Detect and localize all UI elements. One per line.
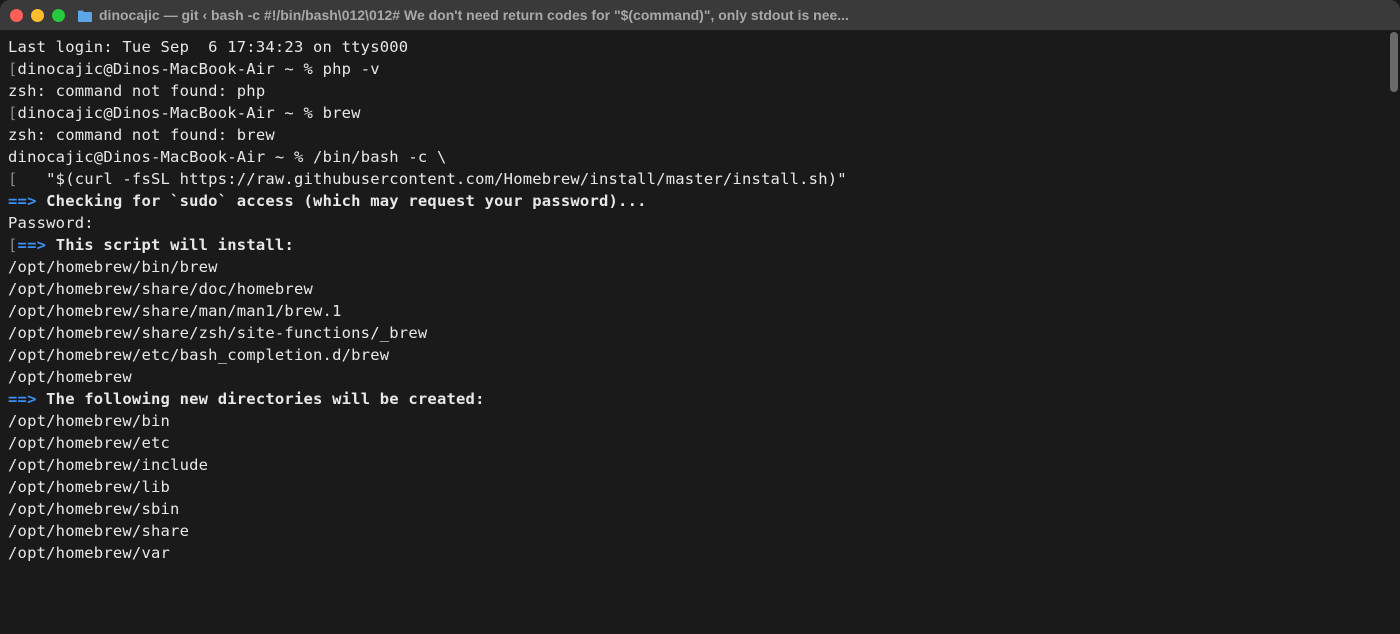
prompt-line-1: [dinocajic@Dinos-MacBook-Air ~ % php -v <box>8 58 1392 80</box>
password-prompt: Password: <box>8 212 1392 234</box>
dir-path: /opt/homebrew/lib <box>8 476 1392 498</box>
command-text: php -v <box>323 60 380 78</box>
dir-path: /opt/homebrew/etc <box>8 432 1392 454</box>
install-header: This script will install: <box>46 236 294 254</box>
titlebar[interactable]: dinocajic — git ‹ bash -c #!/bin/bash\01… <box>0 0 1400 30</box>
install-header-line: [==> This script will install: <box>8 234 1392 256</box>
dir-path: /opt/homebrew/bin <box>8 410 1392 432</box>
install-path: /opt/homebrew <box>8 366 1392 388</box>
terminal-window: dinocajic — git ‹ bash -c #!/bin/bash\01… <box>0 0 1400 634</box>
scrollbar-thumb[interactable] <box>1390 32 1398 92</box>
install-path: /opt/homebrew/etc/bash_completion.d/brew <box>8 344 1392 366</box>
dir-path: /opt/homebrew/share <box>8 520 1392 542</box>
error-line-2: zsh: command not found: brew <box>8 124 1392 146</box>
dir-path: /opt/homebrew/include <box>8 454 1392 476</box>
terminal-output[interactable]: Last login: Tue Sep 6 17:34:23 on ttys00… <box>0 30 1400 634</box>
command-continuation: [ "$(curl -fsSL https://raw.githubuserco… <box>8 168 1392 190</box>
close-button[interactable] <box>10 9 23 22</box>
prompt-line-3: dinocajic@Dinos-MacBook-Air ~ % /bin/bas… <box>8 146 1392 168</box>
sudo-check-line: ==> Checking for `sudo` access (which ma… <box>8 190 1392 212</box>
bracket-icon: [ <box>8 104 18 122</box>
arrow-icon: ==> <box>8 390 37 408</box>
sudo-message: Checking for `sudo` access (which may re… <box>37 192 647 210</box>
dirs-header-line: ==> The following new directories will b… <box>8 388 1392 410</box>
install-path: /opt/homebrew/share/man/man1/brew.1 <box>8 300 1392 322</box>
minimize-button[interactable] <box>31 9 44 22</box>
dirs-header: The following new directories will be cr… <box>37 390 485 408</box>
window-title: dinocajic — git ‹ bash -c #!/bin/bash\01… <box>99 7 1390 23</box>
traffic-lights <box>10 9 65 22</box>
command-text: /bin/bash -c \ <box>313 148 446 166</box>
folder-icon <box>77 9 93 21</box>
bracket-icon: [ <box>8 236 18 254</box>
install-path: /opt/homebrew/share/doc/homebrew <box>8 278 1392 300</box>
arrow-icon: ==> <box>18 236 47 254</box>
prompt-line-2: [dinocajic@Dinos-MacBook-Air ~ % brew <box>8 102 1392 124</box>
prompt-text: dinocajic@Dinos-MacBook-Air ~ % <box>8 148 313 166</box>
dir-path: /opt/homebrew/sbin <box>8 498 1392 520</box>
prompt-text: dinocajic@Dinos-MacBook-Air ~ % <box>18 104 323 122</box>
dir-path: /opt/homebrew/var <box>8 542 1392 564</box>
prompt-text: dinocajic@Dinos-MacBook-Air ~ % <box>18 60 323 78</box>
command-text: "$(curl -fsSL https://raw.githubusercont… <box>18 170 847 188</box>
bracket-icon: [ <box>8 60 18 78</box>
error-line-1: zsh: command not found: php <box>8 80 1392 102</box>
command-text: brew <box>323 104 361 122</box>
install-path: /opt/homebrew/bin/brew <box>8 256 1392 278</box>
bracket-icon: [ <box>8 170 18 188</box>
maximize-button[interactable] <box>52 9 65 22</box>
arrow-icon: ==> <box>8 192 37 210</box>
install-path: /opt/homebrew/share/zsh/site-functions/_… <box>8 322 1392 344</box>
last-login-line: Last login: Tue Sep 6 17:34:23 on ttys00… <box>8 36 1392 58</box>
